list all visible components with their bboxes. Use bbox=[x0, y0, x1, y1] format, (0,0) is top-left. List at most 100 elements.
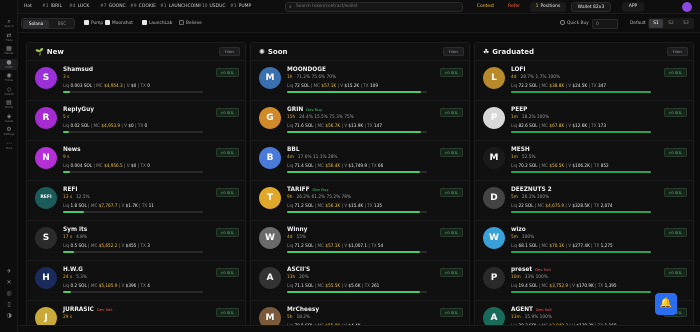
search-input[interactable]: ⌕ Search token/contract/wallet bbox=[285, 1, 463, 12]
token-avatar[interactable]: G bbox=[259, 107, 281, 129]
token-card[interactable]: S Sym its 17 s 4.8% Liq 0.5 SOL | MC $5,652.… bbox=[27, 220, 245, 261]
token-name[interactable]: preset Dev Sell bbox=[511, 267, 551, 273]
token-card[interactable]: W Winny 4d 15% Liq 71.2 SOL | MC $57.1K | V … bbox=[251, 220, 469, 261]
token-card[interactable]: G GRIN Dev Buy 15h 24.4% 15.5% 75.3% 75% Liq … bbox=[251, 100, 469, 141]
column-filter-button[interactable]: Filter bbox=[219, 47, 240, 56]
quick-buy-button[interactable]: ⚡0 SOL bbox=[664, 68, 687, 77]
token-avatar[interactable]: M bbox=[483, 147, 505, 169]
token-name[interactable]: TARIFF Dev Buy bbox=[287, 187, 329, 193]
x-icon[interactable]: ✕ bbox=[0, 279, 18, 286]
token-name[interactable]: PEEP bbox=[511, 107, 527, 113]
quick-buy-button[interactable]: ⚡0 SOL bbox=[440, 228, 463, 237]
positions-button[interactable]: 1 Positions bbox=[530, 1, 566, 12]
token-avatar[interactable]: P bbox=[483, 107, 505, 129]
preset-s1-button[interactable]: S1 bbox=[649, 18, 663, 28]
token-card[interactable]: M MOONDOGE 1h 71.2% 75.6% 70% Liq 72 SOL | M… bbox=[251, 60, 469, 101]
token-avatar[interactable]: H bbox=[35, 267, 57, 289]
sidebar-item-market[interactable]: ▦ Market bbox=[0, 45, 18, 56]
token-avatar[interactable]: P bbox=[483, 267, 505, 289]
quick-buy-toggle[interactable]: Quick Buy bbox=[560, 19, 589, 29]
quick-buy-button[interactable]: ⚡0 SOL bbox=[440, 268, 463, 277]
ticker-item[interactable]: #10 USDUC bbox=[198, 2, 226, 11]
quick-buy-button[interactable]: ⚡0 SOL bbox=[664, 228, 687, 237]
token-card[interactable]: M MESH 1m 52.5% Liq 70.2 SOL | MC $50.5K | V… bbox=[475, 140, 693, 181]
token-avatar[interactable]: S bbox=[35, 67, 57, 89]
token-card[interactable]: B BBL 4m 17.6% 11.1% 28% Liq 71.4 SOL | MC $… bbox=[251, 140, 469, 181]
quick-buy-button[interactable]: ⚡0 SOL bbox=[664, 148, 687, 157]
refer-button[interactable]: Refer bbox=[503, 2, 525, 12]
token-avatar[interactable]: A bbox=[259, 267, 281, 289]
lang-icon[interactable]: ◑ bbox=[0, 312, 18, 319]
quick-buy-button[interactable]: ⚡0 SOL bbox=[664, 108, 687, 117]
token-card[interactable]: P PEEP 1m 18.2% 100% Liq 82.6 SOL | MC $67.8… bbox=[475, 100, 693, 141]
token-card[interactable]: S Shamsud 3 s Liq 0.003 SOL | MC $4,954.3 |… bbox=[27, 60, 245, 101]
column-filter-button[interactable]: Filter bbox=[667, 47, 688, 56]
token-avatar[interactable]: M bbox=[259, 67, 281, 89]
quick-buy-button[interactable]: ⚡0 SOL bbox=[216, 188, 239, 197]
quick-buy-button[interactable]: ⚡0 SOL bbox=[440, 108, 463, 117]
ticker-item[interactable]: Hot bbox=[22, 2, 32, 11]
sidebar-item-pump[interactable]: ● PUMP bbox=[0, 58, 18, 70]
token-card[interactable]: Wwizo 5m 100% Liq 68.1 SOL | MC $70.1K | V … bbox=[475, 220, 693, 261]
quick-buy-button[interactable]: ⚡0 SOL bbox=[216, 68, 239, 77]
token-name[interactable]: MrCheesy bbox=[287, 307, 319, 313]
quick-buy-button[interactable]: ⚡0 SOL bbox=[440, 308, 463, 317]
quick-buy-button[interactable]: ⚡0 SOL bbox=[664, 268, 687, 277]
token-name[interactable]: Shamsud bbox=[63, 67, 93, 73]
token-avatar[interactable]: S bbox=[35, 227, 57, 249]
ticker-item[interactable]: #1 IBRIL bbox=[42, 2, 62, 11]
sidebar-item-charts[interactable]: ▤ Charts bbox=[0, 99, 18, 110]
token-name[interactable]: News bbox=[63, 147, 81, 153]
token-avatar[interactable]: D bbox=[483, 187, 505, 209]
ticker-item[interactable]: #7 GOONC bbox=[100, 2, 126, 11]
quick-buy-button[interactable]: ⚡0 SOL bbox=[440, 68, 463, 77]
sidebar-item-assets[interactable]: ◈ Assets bbox=[0, 113, 18, 124]
token-avatar[interactable]: N bbox=[35, 147, 57, 169]
filter-pump-checkbox[interactable]: Pump bbox=[84, 19, 103, 29]
sidebar-item-trade[interactable]: ⇄ Trade bbox=[0, 32, 18, 43]
quick-buy-button[interactable]: ⚡0 SOL bbox=[440, 148, 463, 157]
filter-launchlab-checkbox[interactable]: LaunchLab bbox=[142, 19, 172, 29]
wallet-button[interactable]: Wallet 82x3 bbox=[571, 1, 611, 12]
token-avatar[interactable]: REFI bbox=[35, 187, 57, 209]
token-name[interactable]: H.W.G bbox=[63, 267, 83, 273]
ticker-item[interactable]: #1 LAUNCHCOIN bbox=[160, 2, 199, 11]
token-card[interactable]: A ASCII'S 13h 20% Liq 71.1 SOL | MC $55.5K |… bbox=[251, 260, 469, 301]
token-avatar[interactable]: T bbox=[259, 187, 281, 209]
app-button[interactable]: APP bbox=[622, 1, 644, 12]
token-avatar[interactable]: B bbox=[259, 147, 281, 169]
quick-buy-button[interactable]: ⚡0 SOL bbox=[664, 188, 687, 197]
token-name[interactable]: Sym its bbox=[63, 227, 87, 233]
sidebar-item-search[interactable]: ⌕ Search bbox=[0, 18, 18, 29]
token-name[interactable]: ReplyGuy bbox=[63, 107, 94, 113]
ticker-item[interactable]: #9 COOKIE bbox=[130, 2, 156, 11]
chain-solana-tab[interactable]: Solana bbox=[23, 19, 49, 29]
sidebar-item-more[interactable]: ⋯ More bbox=[0, 140, 18, 151]
filter-moonshot-checkbox[interactable]: Moonshot bbox=[105, 19, 133, 29]
token-card[interactable]: D DEEZNUTS 2 5m 26.1% 100% Liq 22 SOL | MC $… bbox=[475, 180, 693, 221]
token-name[interactable]: DEEZNUTS 2 bbox=[511, 187, 552, 193]
quick-buy-button[interactable]: ⚡0 SOL bbox=[216, 308, 239, 317]
notification-bell-button[interactable]: 🔔 bbox=[655, 293, 677, 315]
token-avatar[interactable]: R bbox=[35, 107, 57, 129]
token-name[interactable]: MOONDOGE bbox=[287, 67, 326, 73]
token-card[interactable]: T TARIFF Dev Buy 9h 26.2% 61.2% 75.2% 78% Liq… bbox=[251, 180, 469, 221]
discord-icon[interactable]: ◎ bbox=[0, 290, 18, 297]
quick-buy-button[interactable]: ⚡0 SOL bbox=[216, 268, 239, 277]
quick-buy-button[interactable]: ⚡0 SOL bbox=[216, 108, 239, 117]
token-avatar[interactable]: W bbox=[259, 227, 281, 249]
token-name[interactable]: ASCII'S bbox=[287, 267, 310, 273]
token-name[interactable]: GRIN Dev Buy bbox=[287, 107, 322, 113]
sidebar-item-settings[interactable]: ⚙ Settings bbox=[0, 126, 18, 137]
telegram-icon[interactable]: ✈ bbox=[0, 268, 18, 275]
sidebar-item-smart[interactable]: ◇ Smart$ bbox=[0, 86, 18, 97]
token-name[interactable]: BBL bbox=[287, 147, 300, 153]
token-card[interactable]: L LOFI 4d 28.7% 1.7% 100% Liq 72.2 SOL | MC … bbox=[475, 60, 693, 101]
chain-bsc-tab[interactable]: BSC bbox=[50, 20, 74, 29]
token-name[interactable]: JURRASIC Dev Sell bbox=[63, 307, 112, 313]
token-avatar[interactable]: L bbox=[483, 67, 505, 89]
token-name[interactable]: AGENT Dev Sell bbox=[511, 307, 552, 313]
token-name[interactable]: wizo bbox=[511, 227, 526, 233]
token-card[interactable]: H H.W.G 24 s 5.3% Liq 0.2 SOL | MC $5,185.9 … bbox=[27, 260, 245, 301]
quick-buy-button[interactable]: ⚡0 SOL bbox=[440, 188, 463, 197]
